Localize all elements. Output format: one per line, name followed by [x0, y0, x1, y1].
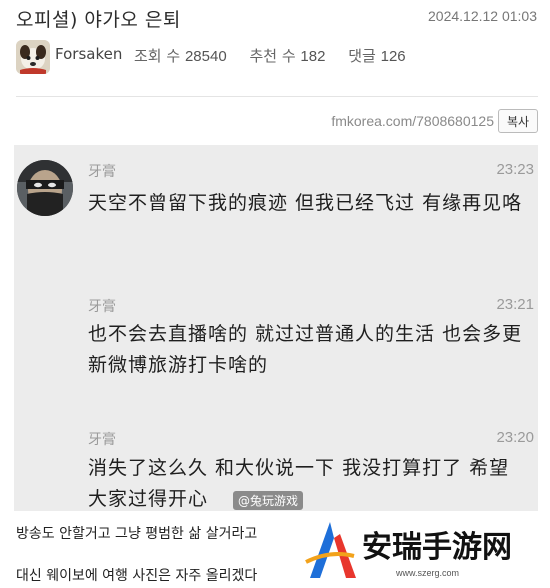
message-time: 23:23: [496, 161, 534, 178]
site-watermark-url: www.szerg.com: [396, 568, 460, 578]
weibo-watermark: @兔玩游戏: [233, 491, 304, 510]
message-sender-name: 牙膏: [88, 164, 116, 180]
message-text: 也不会去直播啥的 就过过普通人的生活 也会多更新微博旅游打卡啥的: [88, 323, 523, 376]
post-body-line: 대신 웨이보에 여행 사진은 자주 올리겠다: [16, 568, 258, 584]
comment-count-label: 댓글: [348, 47, 376, 65]
author-name[interactable]: Forsaken: [55, 45, 122, 63]
post-url[interactable]: fmkorea.com/7808680125: [331, 113, 494, 129]
recommend-count: 추천 수 182: [249, 47, 330, 65]
message-text: 天空不曾留下我的痕迹 但我已经飞过 有缘再见咯: [88, 192, 523, 214]
message-text: 消失了这么久 和大伙说一下 我没打算打了 希望大家过得开心: [88, 457, 510, 510]
post-header: 오피셜) 야가오 은퇴 2024.12.12 01:03 Forsaken 조회…: [0, 0, 550, 96]
view-count-label: 조회 수: [134, 47, 181, 65]
recommend-count-value: 182: [300, 48, 326, 65]
view-count-value: 28540: [184, 48, 227, 65]
post-title: 오피셜) 야가오 은퇴: [16, 9, 181, 31]
dog-avatar-icon: [16, 40, 50, 74]
site-watermark-brand: 安瑞手游网: [362, 530, 512, 565]
message-sender-name: 牙膏: [88, 299, 116, 315]
message-sender-name: 牙膏: [88, 432, 116, 448]
post-body-line: 방송도 안할거고 그냥 평범한 삶 살거라고: [16, 526, 258, 542]
message-time: 23:20: [496, 429, 534, 446]
masked-face-avatar-icon: [17, 160, 73, 216]
message-time: 23:21: [496, 296, 534, 313]
copy-url-button[interactable]: 복사: [498, 109, 538, 133]
author-avatar[interactable]: [16, 40, 50, 74]
site-watermark: 安瑞手游网 www.szerg.com: [300, 516, 542, 586]
chat-screenshot: 牙膏 23:23 天空不曾留下我的痕迹 但我已经飞过 有缘再见咯 牙膏 23:2…: [14, 145, 538, 511]
user-avatar: [17, 160, 73, 216]
comment-count[interactable]: 댓글 126: [348, 47, 405, 65]
comment-count-value: 126: [380, 48, 406, 65]
recommend-count-label: 추천 수: [249, 47, 296, 65]
post-stats: 조회 수 28540 추천 수 182 댓글 126: [134, 45, 424, 66]
header-divider: [16, 96, 538, 97]
post-date: 2024.12.12 01:03: [428, 8, 537, 24]
view-count: 조회 수 28540: [134, 47, 231, 65]
site-logo-icon: [305, 522, 356, 578]
